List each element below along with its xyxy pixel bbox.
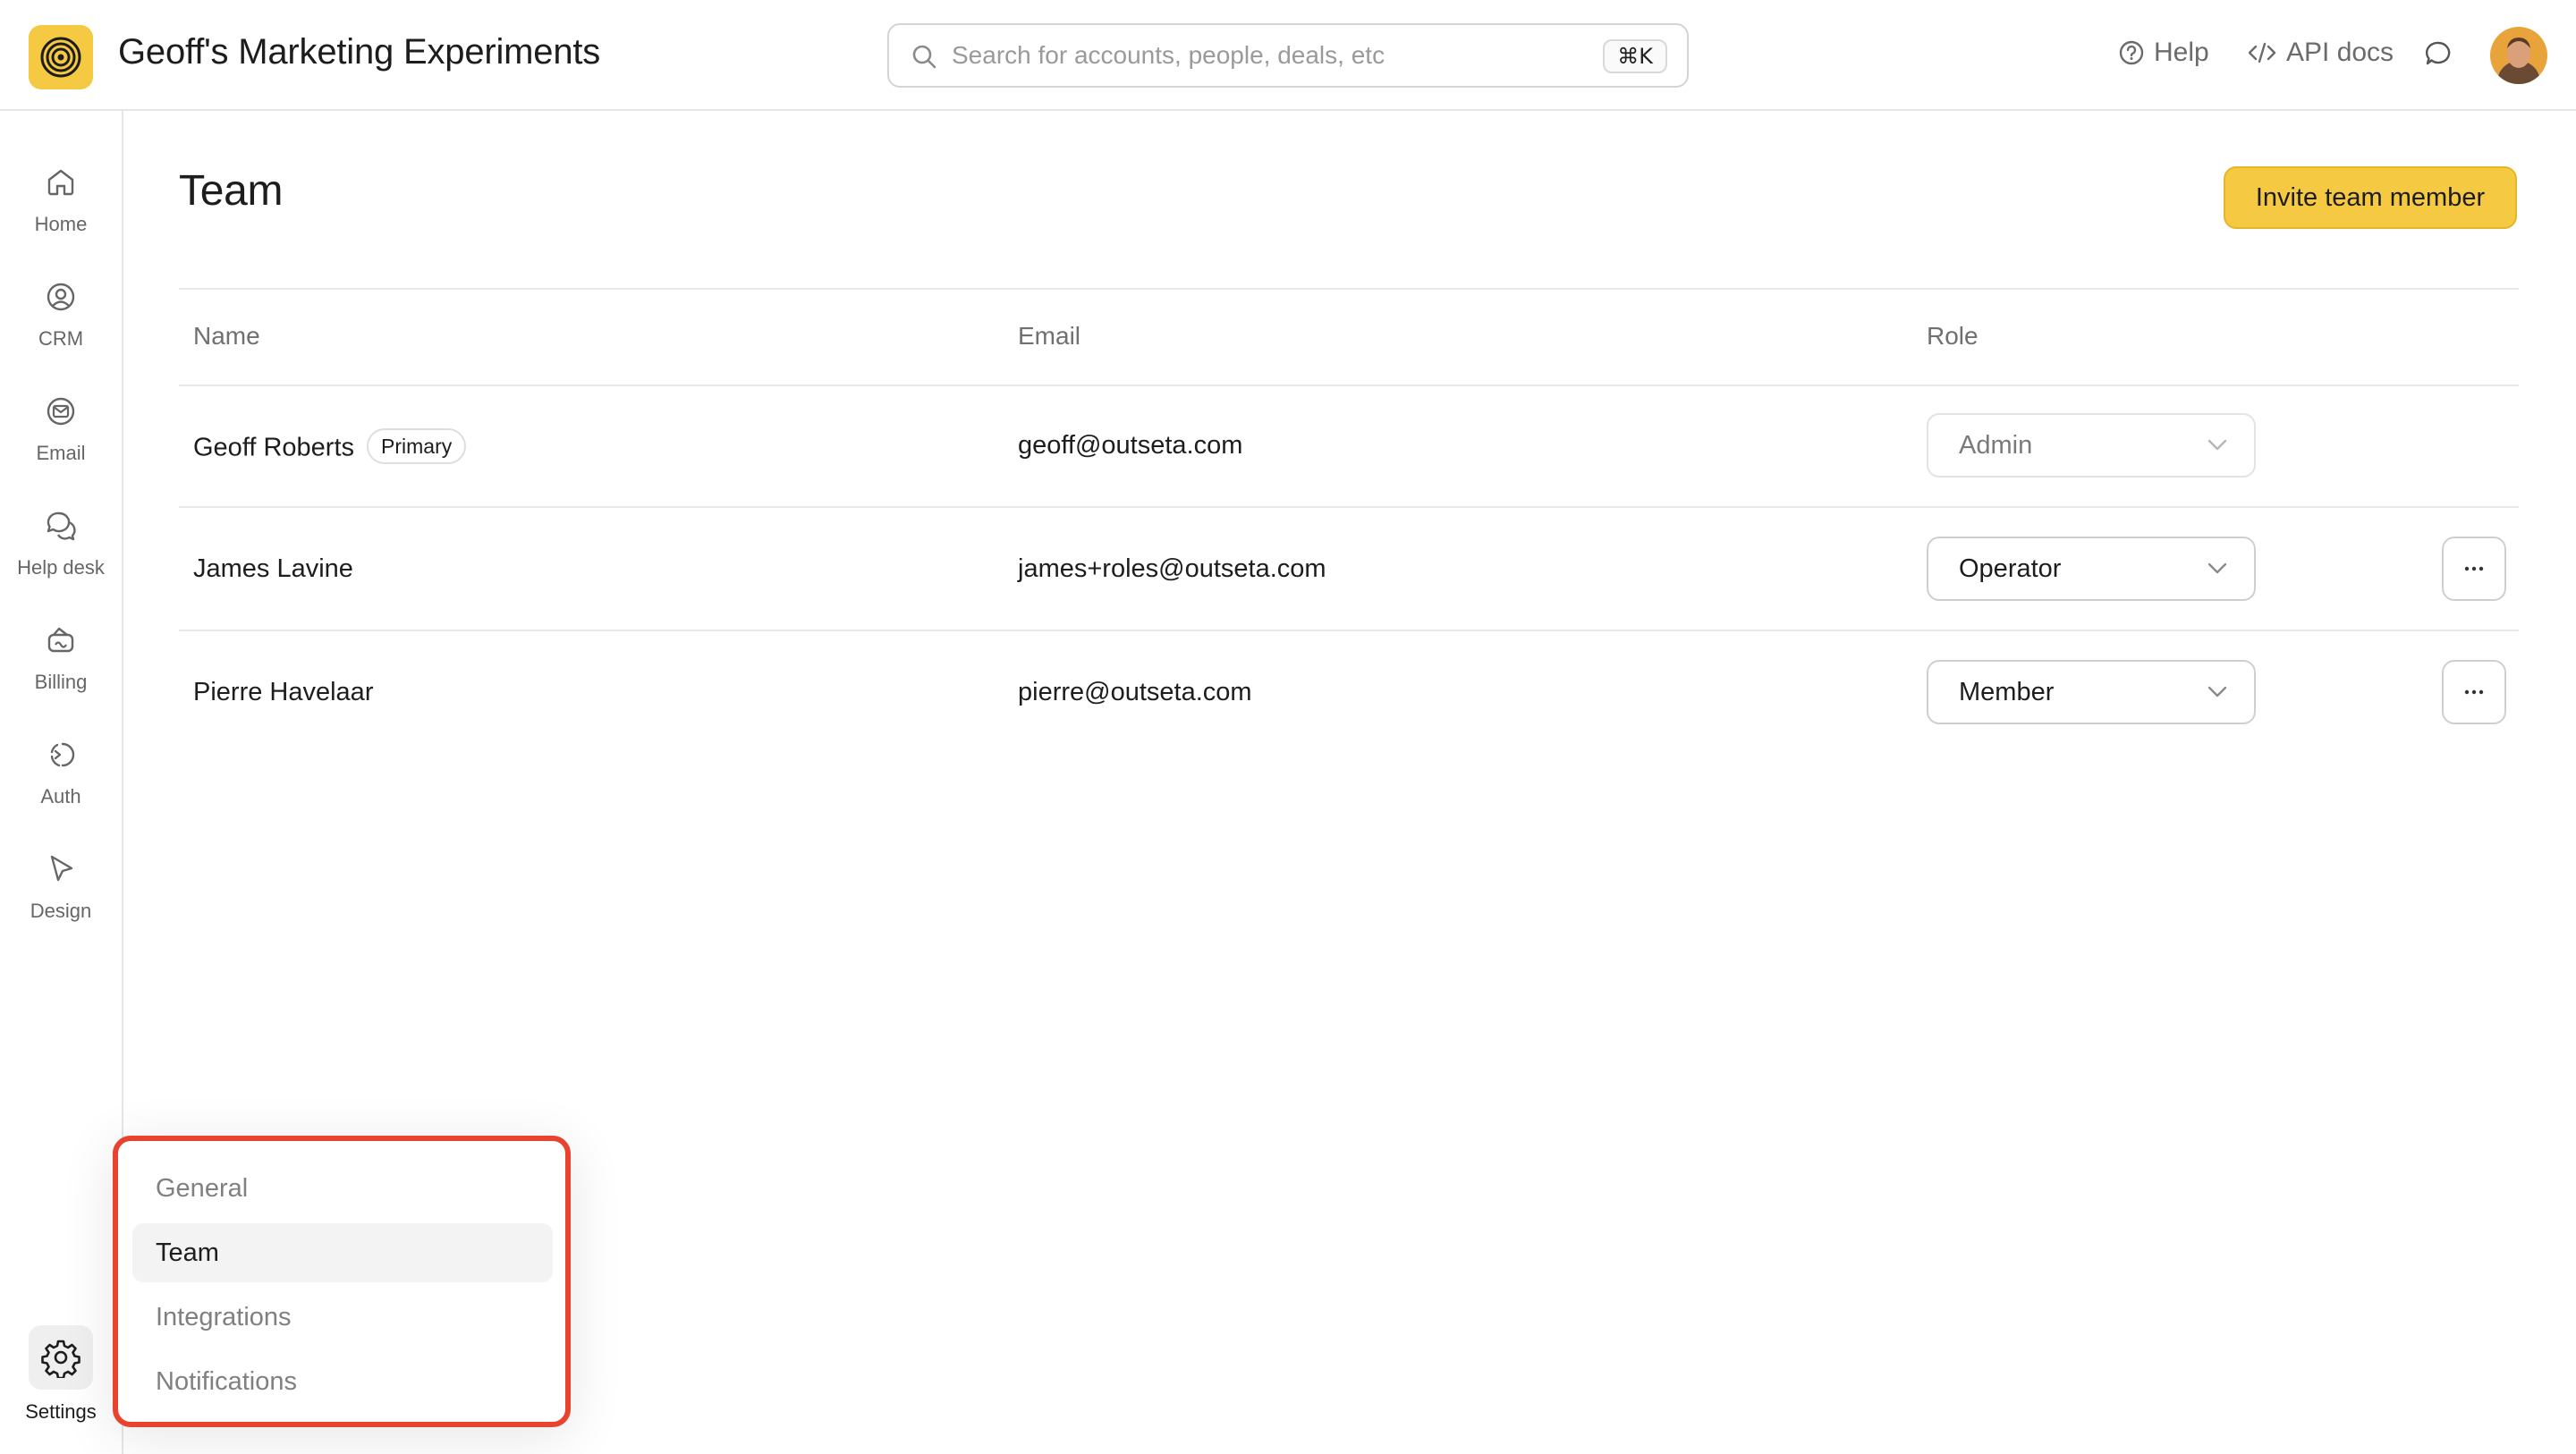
- member-email: james+roles@outseta.com: [1018, 554, 1326, 583]
- gear-icon: [41, 1340, 80, 1378]
- role-select[interactable]: Operator: [1927, 537, 2256, 601]
- role-select-value: Operator: [1959, 554, 2062, 583]
- help-label: Help: [2154, 38, 2209, 67]
- global-search[interactable]: ⌘K: [887, 23, 1689, 88]
- page-title: Team: [179, 167, 284, 215]
- design-icon: [41, 850, 80, 889]
- sidebar-item-auth[interactable]: Auth: [0, 724, 122, 823]
- settings-menu-item-integrations[interactable]: Integrations: [132, 1288, 553, 1347]
- sidebar-item-label: Home: [34, 213, 88, 235]
- sidebar-item-label: Help desk: [17, 556, 105, 579]
- table-divider: [179, 630, 2519, 631]
- member-name: Pierre Havelaar: [193, 678, 374, 706]
- role-select-value: Member: [1959, 677, 2055, 706]
- member-email: pierre@outseta.com: [1018, 678, 1252, 706]
- crm-icon: [41, 277, 80, 317]
- role-select: Admin: [1927, 413, 2256, 478]
- column-header-name: Name: [193, 322, 260, 350]
- sidebar-item-crm[interactable]: CRM: [0, 266, 122, 365]
- code-icon: [2248, 42, 2276, 63]
- row-actions-button[interactable]: [2442, 660, 2506, 724]
- auth-icon: [41, 735, 80, 774]
- column-header-email: Email: [1018, 322, 1081, 350]
- sidebar-item-label: Auth: [40, 785, 81, 807]
- chevron-down-icon: [2207, 686, 2227, 697]
- chat-bubble-icon: [2425, 41, 2451, 65]
- chat-button[interactable]: [2424, 39, 2453, 72]
- sidebar-item-home[interactable]: Home: [0, 152, 122, 250]
- top-bar: Geoff's Marketing Experiments ⌘K Help AP…: [0, 0, 2576, 111]
- sidebar-item-label: CRM: [38, 327, 84, 350]
- sidebar-item-settings[interactable]: Settings: [0, 1325, 122, 1433]
- sidebar-item-email[interactable]: Email: [0, 381, 122, 479]
- settings-menu-item-team[interactable]: Team: [132, 1223, 553, 1282]
- sidebar-item-label: Billing: [34, 671, 88, 693]
- table-divider: [179, 506, 2519, 508]
- email-icon: [41, 392, 80, 431]
- member-email: geoff@outseta.com: [1018, 431, 1243, 460]
- logo-icon: [40, 37, 81, 78]
- sidebar-item-label: Email: [36, 442, 86, 464]
- member-name: Geoff Roberts Primary: [193, 428, 467, 467]
- role-select[interactable]: Member: [1927, 660, 2256, 724]
- table-divider: [179, 385, 2519, 386]
- table-divider: [179, 288, 2519, 290]
- member-name-text: Geoff Roberts: [193, 433, 355, 462]
- chevron-down-icon: [2207, 562, 2227, 574]
- row-actions-button[interactable]: [2442, 537, 2506, 601]
- more-horizontal-icon: [2464, 689, 2484, 695]
- help-link[interactable]: Help: [2118, 38, 2209, 68]
- role-select-value: Admin: [1959, 430, 2033, 460]
- sidebar-item-help-desk[interactable]: Help desk: [0, 495, 122, 594]
- billing-icon: [41, 621, 80, 660]
- help-icon: [2119, 40, 2144, 65]
- home-icon: [41, 163, 80, 202]
- settings-label: Settings: [25, 1400, 97, 1423]
- api-docs-label: API docs: [2286, 38, 2394, 67]
- user-avatar[interactable]: [2490, 27, 2547, 84]
- settings-button[interactable]: [29, 1325, 93, 1390]
- invite-team-member-button[interactable]: Invite team member: [2224, 166, 2517, 229]
- chevron-down-icon: [2207, 439, 2227, 451]
- app-logo[interactable]: [29, 25, 93, 89]
- app-title: Geoff's Marketing Experiments: [118, 32, 601, 72]
- member-name: James Lavine: [193, 554, 353, 583]
- avatar-image: [2490, 27, 2547, 84]
- settings-menu-item-notifications[interactable]: Notifications: [132, 1352, 553, 1411]
- settings-menu-item-general[interactable]: General: [132, 1159, 553, 1218]
- help-desk-icon: [41, 506, 80, 545]
- sidebar-item-billing[interactable]: Billing: [0, 610, 122, 708]
- settings-menu: General Team Integrations Notifications: [113, 1136, 571, 1427]
- more-horizontal-icon: [2464, 566, 2484, 571]
- search-shortcut-badge: ⌘K: [1603, 39, 1667, 73]
- search-input[interactable]: [952, 38, 1578, 73]
- api-docs-link[interactable]: API docs: [2247, 38, 2394, 68]
- primary-badge: Primary: [367, 428, 467, 464]
- sidebar-item-label: Design: [30, 900, 92, 922]
- sidebar: Home CRM Email Help desk Billing Auth De…: [0, 111, 123, 1454]
- column-header-role: Role: [1927, 322, 1979, 350]
- search-icon: [912, 45, 936, 69]
- sidebar-item-design[interactable]: Design: [0, 839, 122, 937]
